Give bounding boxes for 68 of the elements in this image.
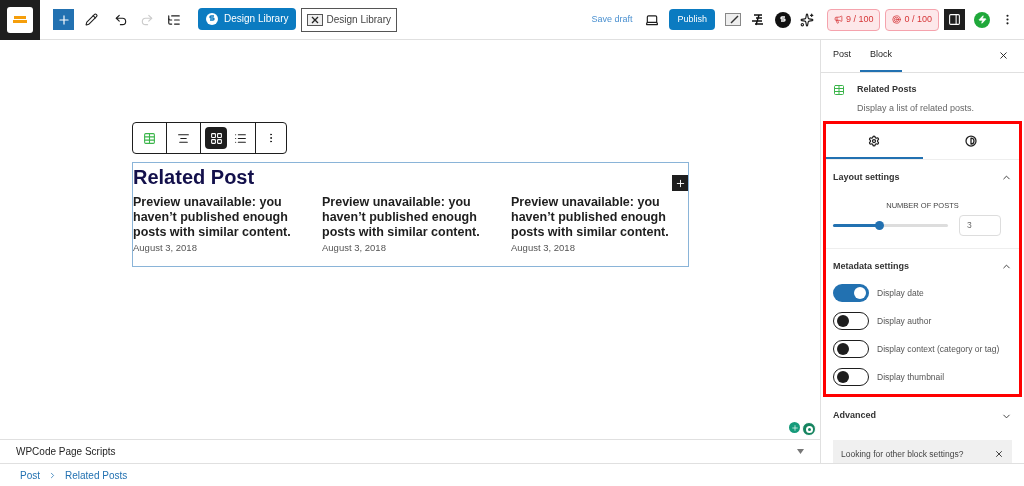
number-input-field[interactable]: 3 [959,214,1001,236]
toggle-switch[interactable] [833,368,869,387]
undo-icon[interactable] [114,12,128,27]
pencil-icon[interactable] [85,13,98,26]
notice-text: Looking for other block settings? [841,447,964,461]
sidebar-tab[interactable]: Block [860,40,903,72]
related-posts-block[interactable] [132,162,689,267]
add-block-button[interactable] [672,175,688,191]
block-name: Related Posts [857,83,918,96]
site-logo-icon[interactable] [7,6,33,33]
grid-icon [209,131,223,145]
design-library-button[interactable]: Design Library [198,7,297,30]
align-icon [177,131,190,145]
list-view-icon[interactable] [167,12,181,27]
sidebar-tab[interactable]: Post [824,40,860,72]
lightning-icon [977,15,987,24]
save-draft-button[interactable]: Save draft [591,12,633,27]
toggle-label: Display thumbnail [877,370,945,384]
block-heading: Related Post [133,165,255,190]
panel-header[interactable]: Metadata settings [833,259,1012,274]
post-date: August 3, 2018 [322,241,387,255]
toggle-label: Display context (category or tag) [877,342,1000,356]
preview-icon[interactable] [645,12,660,27]
slider-thumb[interactable] [875,220,884,230]
settings-toggle-button[interactable] [944,9,965,30]
target-icon [892,15,902,24]
speed-icon[interactable] [750,12,765,27]
list-icon [233,131,247,145]
score-badge[interactable]: 9 / 100 [826,8,881,31]
toggle-switch[interactable] [833,284,869,303]
table-icon [143,131,156,145]
sparkles-icon[interactable] [799,12,814,27]
block-icon [833,84,845,96]
post-date: August 3, 2018 [511,241,576,255]
stackable-icon[interactable] [774,11,791,28]
contrast-icon [964,134,977,147]
bolt-icon[interactable] [974,11,990,28]
breadcrumb-link[interactable]: Post [20,467,40,483]
post-title: Preview unavailable: you haven’t published enough posts with similar content. [322,195,481,240]
plus-icon [674,177,686,189]
edit-note-icon[interactable] [724,13,741,26]
score-badge[interactable]: 0 / 100 [885,8,939,31]
post-title: Preview unavailable: you haven’t published enough posts with similar content. [133,195,292,240]
close-icon[interactable] [994,448,1004,459]
breadcrumb-link[interactable]: Related Posts [65,467,128,483]
plus-icon [56,12,71,27]
panel-header[interactable]: Advanced [833,409,1012,423]
toggle-switch[interactable] [833,340,869,359]
post-title: Preview unavailable: you haven’t published enough posts with similar content. [511,195,670,240]
grammar-icon[interactable] [802,422,816,436]
post-date: August 3, 2018 [133,241,198,255]
sidebar-icon [948,13,961,26]
plus-icon [790,423,799,432]
slider-track[interactable] [833,223,948,227]
chevron-icon [48,470,57,480]
grid-view-button[interactable] [205,127,227,149]
toggle-label: Display date [877,286,924,300]
toggle-switch[interactable] [833,312,869,331]
design-library-button[interactable]: Design Library [301,7,397,32]
close-icon[interactable] [998,50,1009,61]
toggle-label: Display author [877,314,932,328]
dropdown-caret-icon[interactable] [797,449,804,454]
settings-icon [868,134,881,147]
panel-header[interactable]: Layout settings [833,171,1012,185]
publish-button[interactable]: Publish [669,9,715,30]
megaphone-icon [833,15,843,24]
panel-title[interactable]: WPCode Page Scripts [16,444,116,459]
block-description: Display a list of related posts. [857,101,975,115]
